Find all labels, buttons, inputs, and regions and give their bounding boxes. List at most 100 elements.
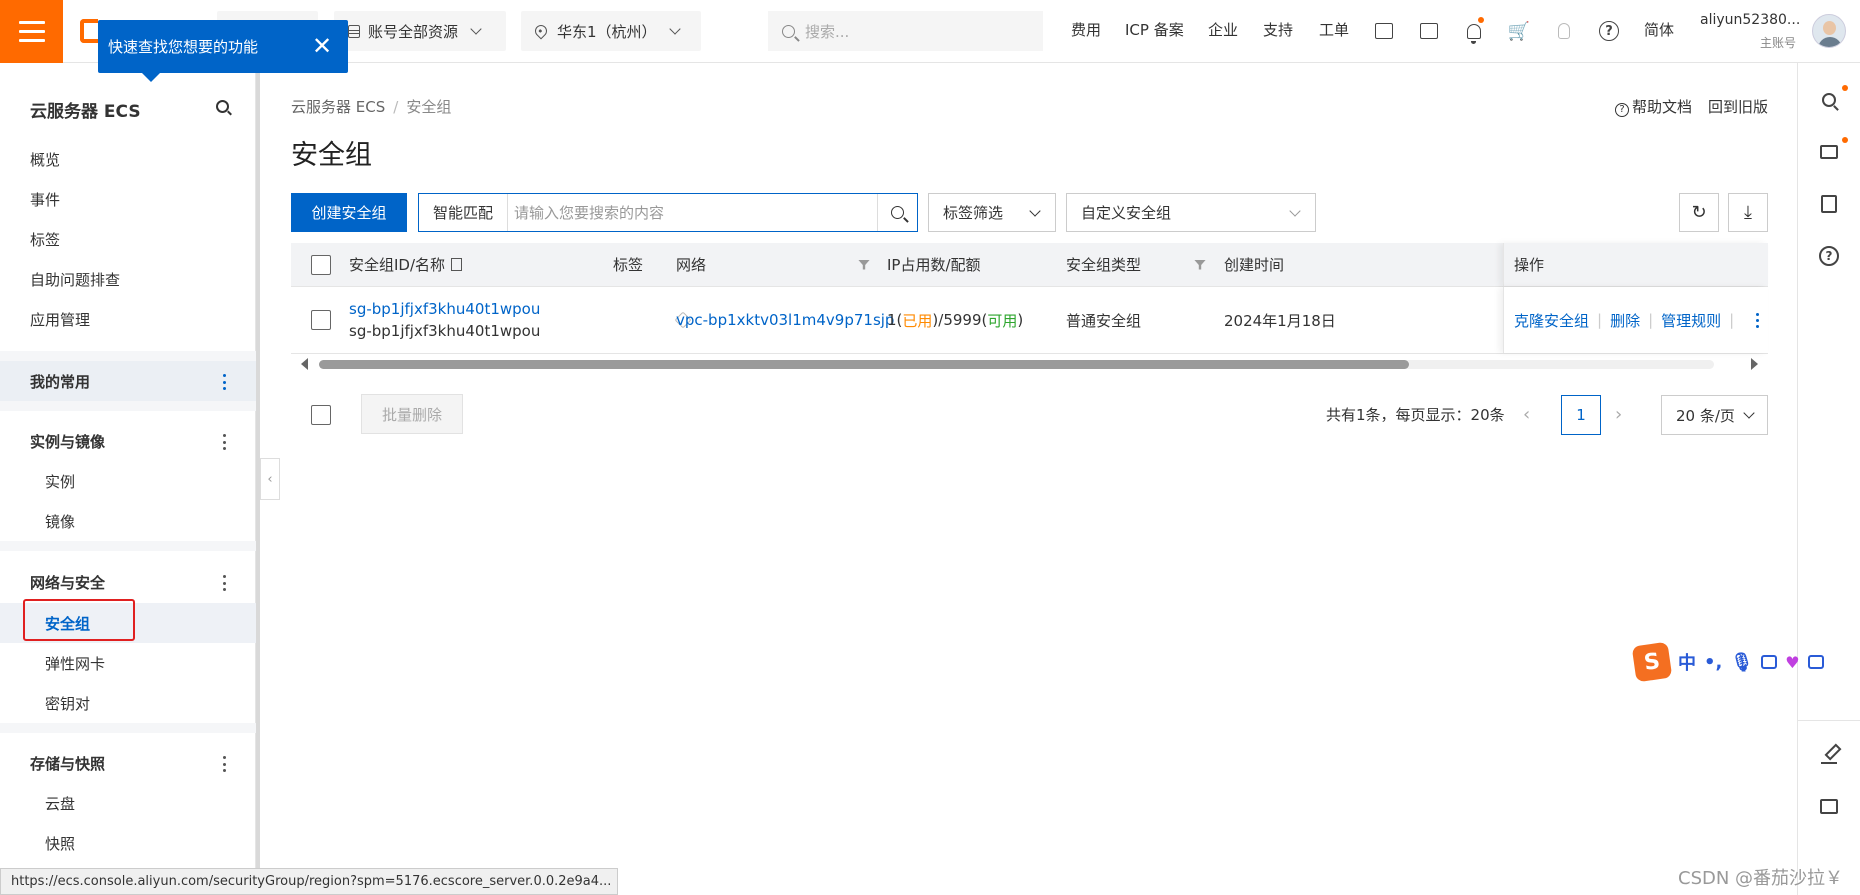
horizontal-scrollbar[interactable]	[291, 356, 1768, 372]
nav-link-enterprise[interactable]: 企业	[1208, 19, 1238, 40]
col-tag: 标签	[613, 256, 644, 274]
global-search-input[interactable]: 搜索...	[768, 11, 1043, 51]
create-security-group-button[interactable]: 创建安全组	[291, 193, 407, 232]
terminal-icon[interactable]	[1417, 19, 1441, 43]
user-name[interactable]: aliyun52380...	[1700, 12, 1800, 28]
resource-label: 账号全部资源	[368, 22, 459, 41]
col-actions: 操作	[1514, 256, 1545, 274]
download-button[interactable]: ⤓	[1728, 193, 1768, 232]
punctuation-icon[interactable]: •,	[1704, 652, 1722, 673]
more-icon[interactable]	[222, 434, 226, 450]
more-icon[interactable]	[222, 756, 226, 772]
scroll-thumb[interactable]	[319, 360, 1409, 369]
sidebar-item-image[interactable]: 镜像	[45, 511, 75, 532]
language-switch[interactable]: 简体	[1644, 19, 1674, 40]
nav-link-support[interactable]: 支持	[1263, 19, 1293, 40]
delete-link[interactable]: 删除	[1610, 310, 1640, 331]
edit-icon[interactable]	[1816, 743, 1842, 769]
refresh-icon: ↻	[1691, 202, 1707, 223]
nav-link-icp[interactable]: ICP 备案	[1125, 19, 1184, 40]
sidebar-group-instances[interactable]: 实例与镜像	[30, 431, 105, 452]
collapse-sidebar-icon[interactable]: ‹	[260, 458, 280, 500]
chat-icon[interactable]	[1816, 793, 1842, 819]
list-icon[interactable]	[1816, 191, 1842, 217]
more-actions-icon[interactable]	[1756, 312, 1760, 328]
sidebar-group-storage[interactable]: 存储与快照	[30, 753, 105, 774]
help-icon[interactable]: ?	[1597, 19, 1621, 43]
refresh-button[interactable]: ↻	[1679, 193, 1719, 232]
filing-icon[interactable]	[1372, 19, 1396, 43]
sidebar-item-overview[interactable]: 概览	[30, 149, 60, 170]
filter-icon[interactable]	[858, 243, 870, 286]
lightbulb-icon[interactable]	[1552, 19, 1576, 43]
sidebar-search-icon[interactable]	[216, 100, 229, 113]
batch-delete-button[interactable]: 批量删除	[361, 394, 463, 434]
close-icon[interactable]: ✕	[308, 32, 336, 60]
right-rail: ?	[1797, 63, 1860, 895]
sidebar-item-keypair[interactable]: 密钥对	[45, 693, 90, 714]
vpc-link[interactable]: vpc-bp1xktv03l1m4v9p71sjp	[676, 311, 894, 329]
tooltip-text: 快速查找您想要的功能	[108, 38, 259, 56]
more-icon[interactable]	[222, 374, 226, 390]
user-role: 主账号	[1760, 36, 1797, 50]
help-icon: ?	[1614, 102, 1629, 117]
page-number[interactable]: 1	[1561, 395, 1601, 435]
toolbox-icon[interactable]	[1807, 655, 1824, 669]
resource-group-selector[interactable]: 账号全部资源	[334, 11, 506, 51]
more-icon[interactable]	[222, 575, 226, 591]
footer-select-all-checkbox[interactable]	[311, 405, 331, 425]
sidebar-favorites-label: 我的常用	[30, 373, 91, 391]
search-icon	[782, 24, 795, 38]
scroll-left-icon[interactable]	[301, 358, 308, 370]
security-group-id-link[interactable]: sg-bp1jfjxf3khu40t1wpou	[349, 300, 540, 318]
sidebar-item-instance[interactable]: 实例	[45, 471, 75, 492]
clone-security-group-link[interactable]: 克隆安全组	[1514, 310, 1589, 331]
sidebar-item-disk[interactable]: 云盘	[45, 793, 75, 814]
aliyun-logo[interactable]	[80, 19, 98, 43]
page-size-select[interactable]: 20 条/页	[1661, 395, 1768, 435]
feature-tooltip: 快速查找您想要的功能 ✕	[98, 20, 348, 73]
help-doc-link[interactable]: ? 帮助文档	[1614, 96, 1692, 117]
tag-filter-dropdown[interactable]: 标签筛选	[928, 193, 1056, 232]
chevron-down-icon	[1029, 204, 1041, 217]
filter-icon[interactable]	[1194, 243, 1206, 286]
keyboard-icon[interactable]	[1761, 655, 1778, 669]
select-all-checkbox[interactable]	[311, 243, 331, 286]
skin-icon[interactable]: ♥	[1785, 653, 1799, 672]
search-mode-selector[interactable]: 智能匹配	[419, 202, 507, 223]
copy-icon[interactable]	[451, 258, 463, 271]
prev-page-icon[interactable]: ‹	[1523, 404, 1530, 425]
microphone-icon[interactable]: 🎙	[1730, 652, 1753, 673]
sogou-logo[interactable]: S	[1631, 641, 1673, 683]
search-button[interactable]	[877, 194, 917, 231]
search-icon[interactable]	[1816, 87, 1842, 113]
region-selector[interactable]: 华东1（杭州）	[521, 11, 701, 51]
sidebar-item-troubleshoot[interactable]: 自助问题排查	[30, 269, 120, 290]
sidebar-item-tags[interactable]: 标签	[30, 229, 60, 250]
sidebar-item-snapshot[interactable]: 快照	[45, 833, 75, 854]
bell-icon[interactable]	[1462, 17, 1486, 44]
nav-link-fees[interactable]: 费用	[1071, 19, 1101, 40]
sidebar-group-network[interactable]: 网络与安全	[30, 572, 105, 593]
avatar[interactable]	[1812, 14, 1846, 48]
row-actions: 克隆安全组 | 删除 | 管理规则 |	[1503, 287, 1768, 353]
search-input[interactable]	[507, 194, 877, 231]
nav-link-ticket[interactable]: 工单	[1319, 19, 1349, 40]
cart-icon[interactable]: 🛒	[1507, 19, 1531, 43]
manage-rules-link[interactable]: 管理规则	[1661, 310, 1721, 331]
breadcrumb-ecs[interactable]: 云服务器 ECS	[291, 98, 385, 116]
ime-language[interactable]: 中	[1678, 649, 1696, 675]
custom-group-dropdown[interactable]: 自定义安全组	[1066, 193, 1316, 232]
sidebar-item-eni[interactable]: 弹性网卡	[45, 653, 105, 674]
sidebar-item-events[interactable]: 事件	[30, 189, 60, 210]
chevron-down-icon	[668, 23, 681, 35]
back-old-version-link[interactable]: 回到旧版	[1708, 96, 1768, 117]
next-page-icon[interactable]: ›	[1615, 404, 1622, 425]
help-icon[interactable]: ?	[1816, 243, 1842, 269]
pagination-total: 共有1条，每页显示：20条	[1326, 406, 1505, 424]
book-icon[interactable]	[1816, 139, 1842, 165]
menu-icon[interactable]	[0, 0, 63, 63]
scroll-right-icon[interactable]	[1751, 358, 1758, 370]
row-checkbox[interactable]	[311, 287, 331, 353]
sidebar-item-app-management[interactable]: 应用管理	[30, 309, 90, 330]
